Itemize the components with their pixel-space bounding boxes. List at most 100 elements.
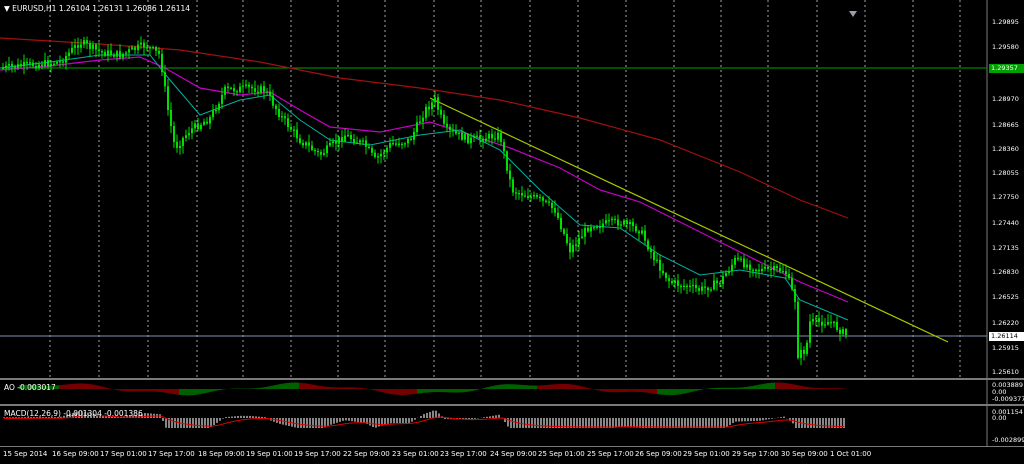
candle-body (374, 152, 376, 157)
candle-body (776, 266, 778, 268)
candle-body (314, 149, 316, 152)
candle-body (110, 50, 112, 55)
candle-body (602, 223, 604, 227)
candle-body (752, 269, 754, 272)
candle-body (845, 329, 847, 336)
candle-body (452, 129, 454, 132)
candle-body (464, 134, 466, 140)
candle-body (803, 349, 805, 354)
price-tick-label: 1.27135 (992, 244, 1019, 252)
candle-body (794, 289, 796, 302)
time-tick-label: 18 Sep 09:00 (198, 450, 245, 458)
candle-body (44, 60, 46, 66)
time-tick-label: 26 Sep 09:00 (635, 450, 682, 458)
candle-body (545, 200, 547, 202)
symbol-title: EURUSD,H1 (12, 4, 57, 13)
chart-shift-marker-icon[interactable] (849, 2, 857, 17)
candle-body (38, 64, 40, 69)
current-price-label: 1.26114 (989, 332, 1024, 341)
candle-body (818, 318, 820, 322)
candle-body (293, 129, 295, 131)
price-tick-label: 1.29580 (992, 43, 1019, 51)
candle-body (56, 61, 58, 64)
candle-body (8, 63, 10, 66)
candle-body (221, 94, 223, 104)
candle-body (335, 141, 337, 144)
candle-body (662, 270, 664, 274)
candle-body (524, 195, 526, 197)
time-tick-label: 16 Sep 09:00 (52, 450, 99, 458)
candle-body (32, 62, 34, 67)
candle-body (188, 133, 190, 136)
candle-body (143, 42, 145, 48)
price-tick-label: 1.27440 (992, 219, 1019, 227)
candle-body (248, 84, 250, 87)
candle-body (587, 228, 589, 232)
candle-body (254, 88, 256, 92)
candle-body (77, 45, 79, 48)
candle-body (311, 145, 313, 150)
candle-body (638, 231, 640, 234)
time-tick-label: 19 Sep 01:00 (246, 450, 293, 458)
ao-title: AO -0.003017 (4, 383, 56, 392)
candle-body (809, 321, 811, 343)
candle-body (701, 286, 703, 291)
candle-body (683, 285, 685, 287)
candle-body (383, 152, 385, 154)
price-tick-label: 1.26220 (992, 319, 1019, 327)
candle-body (824, 324, 826, 326)
candle-body (470, 137, 472, 144)
candle-body (86, 40, 88, 44)
candle-body (527, 196, 529, 199)
candle-body (269, 91, 271, 96)
candle-body (338, 137, 340, 144)
candle-body (449, 126, 451, 130)
candle-body (707, 287, 709, 291)
candle-body (521, 192, 523, 196)
candle-body (833, 321, 835, 324)
candle-body (668, 278, 670, 282)
candle-body (425, 106, 427, 118)
candle-body (716, 280, 718, 283)
candle-body (611, 218, 613, 221)
candle-body (263, 86, 265, 92)
candle-body (428, 106, 430, 110)
candle-body (704, 286, 706, 288)
candle-body (371, 147, 373, 153)
candle-body (509, 170, 511, 180)
candle-body (116, 51, 118, 57)
candle-body (308, 142, 310, 146)
candle-body (74, 45, 76, 48)
candle-body (275, 105, 277, 110)
candle-body (392, 143, 394, 145)
candle-body (2, 67, 4, 70)
candle-body (209, 117, 211, 124)
candle-body (176, 141, 178, 148)
candle-body (350, 134, 352, 140)
time-tick-label: 17 Sep 17:00 (148, 450, 195, 458)
chart-canvas[interactable] (0, 0, 1024, 464)
candle-body (368, 146, 370, 148)
candle-body (443, 114, 445, 124)
green-line-price-label: 1.29357 (989, 64, 1024, 73)
candle-body (398, 143, 400, 145)
candle-body (665, 273, 667, 279)
candle-body (377, 156, 379, 158)
price-tick-label: 1.28055 (992, 169, 1019, 177)
candle-body (278, 109, 280, 118)
candle-body (422, 117, 424, 122)
candle-body (380, 153, 382, 157)
candle-body (728, 270, 730, 274)
price-tick-label: 1.25915 (992, 344, 1019, 352)
candle-body (239, 86, 241, 93)
candle-body (326, 145, 328, 154)
candle-body (62, 61, 64, 63)
candle-body (266, 91, 268, 93)
time-tick-label: 25 Sep 01:00 (538, 450, 585, 458)
time-tick-label: 22 Sep 09:00 (343, 450, 390, 458)
dropdown-icon[interactable]: ▼ (4, 4, 10, 13)
candle-body (149, 47, 151, 49)
candle-body (836, 321, 838, 330)
candle-body (179, 145, 181, 148)
candle-body (47, 60, 49, 67)
